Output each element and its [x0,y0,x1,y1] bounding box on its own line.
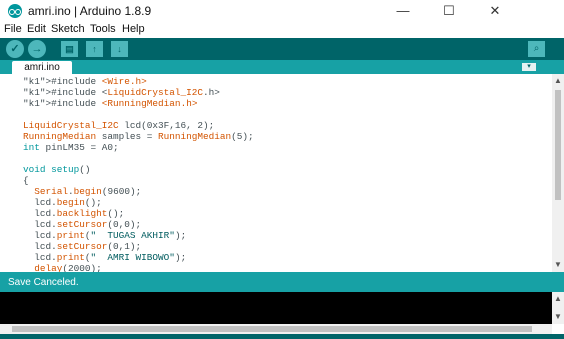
status-bar: Save Canceled. [0,272,564,292]
console-scroll-up-icon[interactable]: ▲ [554,294,562,303]
verify-button[interactable]: ✓ [6,40,24,58]
open-sketch-button[interactable]: ↑ [86,41,103,57]
status-message: Save Canceled. [8,277,79,288]
save-sketch-button[interactable]: ↓ [111,41,128,57]
code-line: "k1">#include <RunningMedian.h> [23,98,198,109]
code-line: lcd.print(" TUGAS AKHIR"); [23,230,187,241]
code-line: RunningMedian samples = RunningMedian(5)… [23,131,254,142]
scroll-up-icon[interactable]: ▲ [554,76,562,85]
code-line: void setup() [23,164,91,175]
code-line: lcd.setCursor(0,1); [23,241,142,252]
new-sketch-button[interactable]: ▤ [61,41,78,57]
editor-scroll-thumb[interactable] [555,90,561,200]
code-line: lcd.begin(); [23,197,102,208]
code-line: lcd.setCursor(0,0); [23,219,142,230]
maximize-button[interactable]: ☐ [426,0,472,22]
code-editor[interactable]: "k1">#include <Wire.h> "k1">#include <Liq… [0,74,552,272]
code-line: LiquidCrystal_I2C lcd(0x3F,16, 2); [23,120,215,131]
menu-sketch[interactable]: Sketch [51,23,85,35]
menu-file[interactable]: File [4,23,22,35]
upload-button[interactable]: → [28,40,46,58]
minimize-button[interactable]: — [380,0,426,22]
console-output[interactable] [0,292,552,324]
tab-amri-ino[interactable]: amri.ino [12,61,72,74]
toolbar: ✓ → ▤ ↑ ↓ ⌕ [0,38,564,60]
editor-vertical-scrollbar[interactable]: ▲ ▼ [552,74,564,272]
title-bar: amri.ino | Arduino 1.8.9 — ☐ ✕ [0,0,564,22]
code-line: lcd.backlight(); [23,208,125,219]
console-scroll-down-icon[interactable]: ▼ [554,312,562,321]
code-line: "k1">#include <LiquidCrystal_I2C.h> [23,87,220,98]
horizontal-scrollbar[interactable] [0,324,552,334]
horizontal-scroll-thumb[interactable] [12,326,532,332]
console-vertical-scrollbar[interactable]: ▲ ▼ [552,292,564,324]
footer-bar [0,334,564,339]
menu-tools[interactable]: Tools [90,23,116,35]
menu-help[interactable]: Help [122,23,145,35]
window-title: amri.ino | Arduino 1.8.9 [28,4,152,18]
code-line: { [23,175,29,186]
code-line: lcd.print(" AMRI WIBOWO"); [23,252,187,263]
code-line: int pinLM35 = A0; [23,142,119,153]
code-line: delay(2000); [34,263,102,272]
tab-strip: amri.ino ▾ [0,60,564,74]
menu-bar: File Edit Sketch Tools Help [0,22,564,38]
scroll-down-icon[interactable]: ▼ [554,260,562,269]
serial-monitor-button[interactable]: ⌕ [528,41,545,57]
close-button[interactable]: ✕ [472,0,518,22]
code-line: Serial.begin(9600); [34,186,142,197]
code-line: "k1">#include <Wire.h> [23,76,147,87]
tab-menu-chevron-down-icon[interactable]: ▾ [522,63,536,71]
code-lines: "k1">#include <Wire.h> "k1">#include <Liq… [23,76,254,272]
menu-edit[interactable]: Edit [27,23,46,35]
arduino-logo-icon [8,4,22,18]
